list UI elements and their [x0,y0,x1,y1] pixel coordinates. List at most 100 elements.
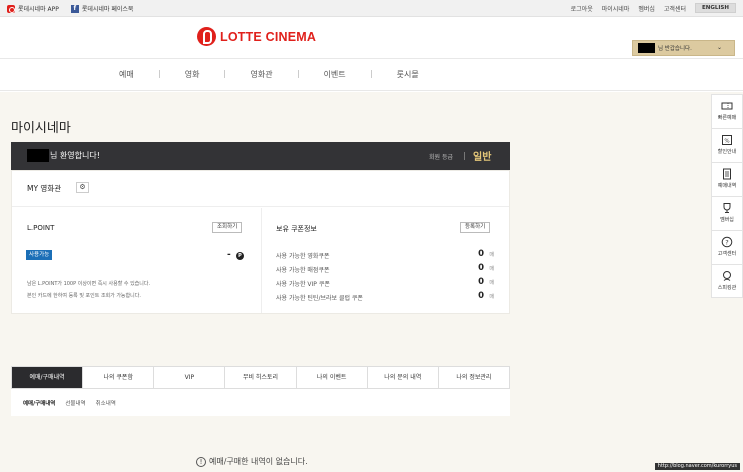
my-cinema-settings-button[interactable]: ⚙ [76,182,89,193]
tab-vip[interactable]: VIP [154,367,226,388]
coupon-row-unit: 매 [489,280,494,286]
coupon-row-label: 사용 가능한 영화쿠폰 [276,253,330,260]
quick-item-label: 고객센터 [717,251,737,257]
nav-separator [158,70,160,78]
quick-menu: 빠른예매 % 할인안내 예매내역 멤버십 ? 고객센터 스피킹관 [711,94,743,298]
watermark-text: http://blog.naver.com/kurorryus [654,463,740,470]
coupon-row: 사용 가능한 영화쿠폰 0 매 [276,249,494,260]
customer-center-link[interactable]: 고객센터 [664,4,686,13]
lpoint-lookup-button[interactable]: 조회하기 [212,222,243,233]
quick-item-booking[interactable]: 빠른예매 [711,94,743,128]
facebook-icon: f [70,4,79,13]
subtab-gift[interactable]: 선물내역 [65,399,85,407]
discount-icon: % [722,135,732,145]
lpoint-value: - [227,250,231,260]
user-welcome-dropdown[interactable]: 님 반갑습니다. ⌄ [632,40,735,56]
coupon-row: 사용 가능한 VIP 쿠폰 0 매 [276,277,494,288]
english-button[interactable]: ENGLISH [695,3,736,13]
grade-label: 회원 등급 [429,154,453,161]
page-title: 마이시네마 [11,121,71,136]
redacted-username [27,149,49,162]
coupon-row-count: 0 [478,277,484,287]
facebook-link-label: 롯데시네마 페이스북 [81,6,134,13]
nav-separator [224,70,226,78]
coupon-register-button[interactable]: 등록하기 [460,222,491,233]
svg-text:?: ? [725,238,728,246]
subtab-cancel[interactable]: 취소내역 [96,399,116,407]
subtab-booking[interactable]: 예매/구매내역 [23,399,55,407]
lpoint-note: 본인 카드에 한하여 등록 및 포인트 조회가 가능합니다. [27,293,141,299]
welcome-text: 님 반갑습니다. [658,46,692,52]
chevron-down-icon: ⌄ [716,44,722,51]
svg-text:%: % [724,138,729,144]
coupon-row-count: 0 [478,291,484,301]
ticket-icon [721,102,733,110]
tab-my-events[interactable]: 나의 이벤트 [297,367,368,388]
nav-item-events[interactable]: 이벤트 [324,69,346,80]
lotte-app-icon [7,4,15,13]
logo-text: LOTTE CINEMA [220,29,317,44]
membership-link[interactable]: 멤버십 [638,4,655,13]
facebook-link[interactable]: f 롯데시네마 페이스북 [70,4,134,13]
empty-message-text: 예매/구매한 내역이 없습니다. [209,457,308,466]
main-nav: 예매 영화 영화관 이벤트 룻시몰 [0,58,743,91]
quick-item-help[interactable]: ? 고객센터 [711,230,743,264]
sub-tabs: 예매/구매내역 선물내역 취소내역 [11,389,510,416]
grade-value: 일반 [473,152,492,163]
speaker-icon [723,271,731,281]
mycinema-link[interactable]: 마이시네마 [602,4,630,13]
nav-item-movies[interactable]: 영화 [185,69,200,80]
lpoint-note: 남은 L.POINT가 100P 이상이면 즉시 사용할 수 있습니다. [27,281,151,287]
lotte-logo-icon [197,27,216,46]
nav-separator [370,70,372,78]
empty-message: ! 예매/구매한 내역이 없습니다. [196,456,308,467]
site-header: LOTTE CINEMA 님 반갑습니다. ⌄ [0,18,743,58]
lotte-cinema-logo[interactable]: LOTTE CINEMA [197,27,316,46]
coupon-row-label: 사용 가능한 매점쿠폰 [276,267,330,274]
coupon-row-unit: 매 [489,266,494,272]
quick-item-label: 할인안내 [717,149,737,155]
grade-separator [464,152,465,160]
coupon-row-count: 0 [478,249,484,259]
card-divider [12,206,509,207]
coupon-title: 보유 쿠폰정보 [276,225,317,233]
top-utility-bar: 롯데시네마 APP f 롯데시네마 페이스북 로그아웃 마이시네마 멤버십 고객… [0,0,743,17]
tab-my-inquiries[interactable]: 나의 문의 내역 [368,367,439,388]
coupon-row-unit: 매 [489,252,494,258]
welcome-bar: 님 환영합니다! 회원 등급 일반 [11,142,510,170]
nav-item-booking[interactable]: 예매 [119,69,134,80]
quick-item-membership[interactable]: 멤버십 [711,196,743,230]
lpoint-title: L.POINT [27,224,55,232]
coupon-row-label: 사용 가능한 틴틴/브라보 클럽 쿠폰 [276,295,363,302]
tab-booking-history[interactable]: 예매/구매내역 [12,367,84,388]
coupon-row: 사용 가능한 매점쿠폰 0 매 [276,263,494,274]
trophy-icon [723,203,731,213]
coupon-row-unit: 매 [489,294,494,300]
my-cinema-label: MY 영화관 [27,184,62,193]
info-icon: ! [196,456,206,467]
app-link[interactable]: 롯데시네마 APP [7,4,59,13]
tab-movie-history[interactable]: 무비 히스토리 [225,367,297,388]
tab-my-info[interactable]: 나의 정보관리 [439,367,509,388]
logout-link[interactable]: 로그아웃 [571,4,593,13]
quick-item-discount[interactable]: % 할인안내 [711,128,743,162]
mypage-tabs: 예매/구매내역 나의 쿠폰함 VIP 무비 히스토리 나의 이벤트 나의 문의 … [11,366,510,389]
help-icon: ? [721,236,733,248]
quick-item-speaking[interactable]: 스피킹관 [711,264,743,298]
quick-item-label: 빠른예매 [717,115,737,121]
receipt-icon [723,168,731,180]
coupon-row-label: 사용 가능한 VIP 쿠폰 [276,281,330,288]
nav-item-theaters[interactable]: 영화관 [250,69,272,80]
redacted-username [638,43,655,53]
welcome-greeting: 님 환영합니다! [50,151,100,160]
quick-item-label: 멤버십 [720,217,734,223]
point-icon: P [236,252,244,260]
app-link-label: 롯데시네마 APP [18,6,59,13]
tab-my-coupons[interactable]: 나의 쿠폰함 [83,367,155,388]
quick-item-label: 예매내역 [717,183,737,189]
quick-item-receipt[interactable]: 예매내역 [711,162,743,196]
status-badge: 사용가능 [26,250,53,260]
nav-item-mall[interactable]: 룻시몰 [397,69,419,80]
nav-separator [297,70,299,78]
coupon-row: 사용 가능한 틴틴/브라보 클럽 쿠폰 0 매 [276,291,494,302]
